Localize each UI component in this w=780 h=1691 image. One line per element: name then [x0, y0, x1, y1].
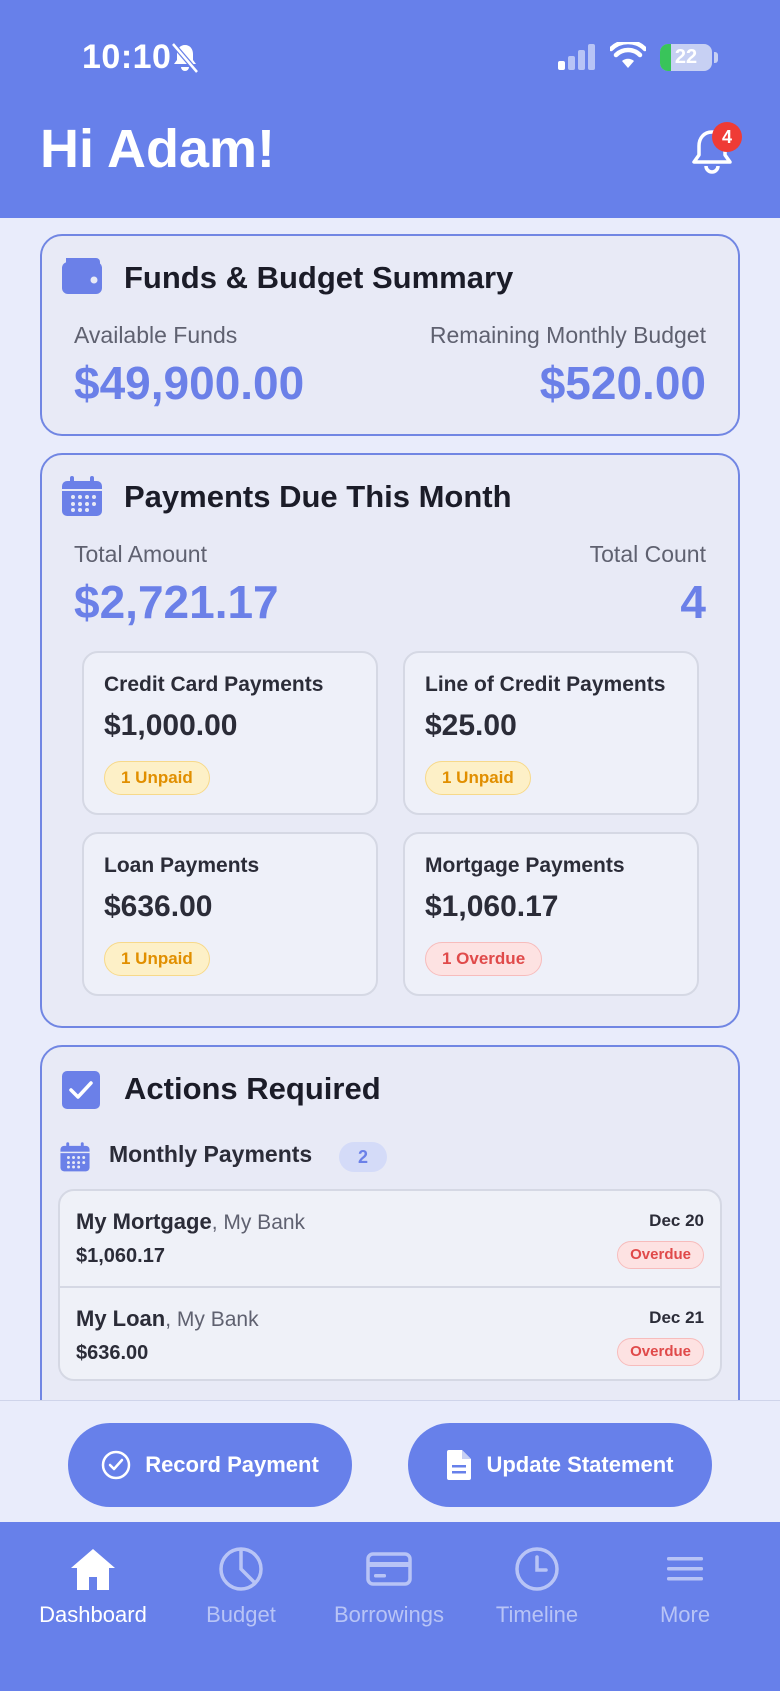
total-amount-label: Total Amount [74, 541, 207, 567]
category-amount: $1,000.00 [104, 709, 238, 742]
payments-due-title: Payments Due This Month [124, 479, 512, 514]
wifi-icon [610, 42, 646, 68]
status-badge: 1 Unpaid [104, 942, 210, 976]
tab-label: Timeline [495, 1602, 579, 1627]
total-amount-value: $2,721.17 [74, 576, 279, 628]
home-icon [71, 1549, 115, 1590]
summary-title: Funds & Budget Summary [124, 260, 514, 295]
remaining-budget-value: $520.00 [539, 357, 706, 409]
payment-row-loan[interactable]: My Loan, My Bank $636.00 Dec 21 Overdue [60, 1286, 720, 1379]
greeting-title: Hi Adam! [40, 119, 276, 179]
document-icon [447, 1450, 472, 1480]
tab-label: Budget [206, 1602, 276, 1627]
tab-label: More [659, 1602, 711, 1627]
monthly-payments-count: 2 [339, 1142, 387, 1172]
remaining-budget-label: Remaining Monthly Budget [429, 322, 706, 348]
action-bar: Record Payment Update Statement [0, 1400, 780, 1524]
record-payment-label: Record Payment [145, 1452, 319, 1477]
monthly-payments-label: Monthly Payments [109, 1141, 313, 1167]
record-payment-button[interactable]: Record Payment [68, 1423, 352, 1507]
bottom-tab-bar: Dashboard Budget Borrowings Timeline Mor… [0, 1522, 780, 1691]
pie-chart-icon [219, 1547, 263, 1591]
category-amount: $25.00 [425, 709, 517, 742]
notification-badge: 4 [712, 122, 742, 152]
status-badge: 1 Unpaid [104, 761, 210, 795]
cellular-signal-icon [558, 44, 595, 70]
payment-date: Dec 21 [649, 1308, 704, 1327]
payments-due-card: Payments Due This Month Total Amount Tot… [40, 453, 740, 1028]
tab-more[interactable]: More [611, 1546, 759, 1628]
payment-amount: $636.00 [76, 1342, 149, 1364]
category-amount: $1,060.17 [425, 890, 559, 923]
calendar-icon [62, 476, 102, 516]
payment-name: My Loan, My Bank [76, 1306, 259, 1331]
checkbox-checked-icon [62, 1071, 100, 1109]
update-statement-button[interactable]: Update Statement [408, 1423, 712, 1507]
tab-timeline[interactable]: Timeline [463, 1546, 611, 1628]
battery-indicator: 22 [660, 44, 712, 71]
menu-icon [667, 1557, 703, 1581]
available-funds-label: Available Funds [74, 322, 238, 348]
monthly-payments-list: My Mortgage, My Bank $1,060.17 Dec 20 Ov… [58, 1189, 722, 1381]
update-statement-label: Update Statement [486, 1452, 674, 1477]
payment-date: Dec 20 [649, 1211, 704, 1230]
payment-name: My Mortgage, My Bank [76, 1209, 306, 1234]
category-amount: $636.00 [104, 890, 213, 923]
category-label: Mortgage Payments [425, 854, 625, 877]
wallet-icon [62, 258, 102, 294]
clock-icon [515, 1547, 559, 1591]
category-card-loan[interactable]: Loan Payments $636.00 1 Unpaid [82, 832, 378, 996]
payment-amount: $1,060.17 [76, 1245, 165, 1267]
battery-nub [714, 52, 718, 63]
tab-dashboard[interactable]: Dashboard [19, 1546, 167, 1628]
payment-row-mortgage[interactable]: My Mortgage, My Bank $1,060.17 Dec 20 Ov… [60, 1191, 720, 1286]
available-funds-value: $49,900.00 [74, 357, 305, 409]
status-badge: 1 Unpaid [425, 761, 531, 795]
category-label: Credit Card Payments [104, 673, 324, 696]
category-card-credit-card[interactable]: Credit Card Payments $1,000.00 1 Unpaid [82, 651, 378, 815]
category-card-mortgage[interactable]: Mortgage Payments $1,060.17 1 Overdue [403, 832, 699, 996]
category-label: Loan Payments [104, 854, 260, 877]
tab-label: Borrowings [333, 1602, 445, 1627]
tab-label: Dashboard [39, 1602, 147, 1627]
category-label: Line of Credit Payments [425, 673, 666, 696]
app-header: 10:10 22 Hi Adam! 4 [0, 0, 780, 218]
status-badge: 1 Overdue [425, 942, 543, 976]
total-count-label: Total Count [589, 541, 706, 567]
status-badge: Overdue [617, 1338, 704, 1366]
category-card-line-of-credit[interactable]: Line of Credit Payments $25.00 1 Unpaid [403, 651, 699, 815]
status-badge: Overdue [617, 1241, 704, 1269]
total-count-value: 4 [680, 576, 706, 628]
tab-borrowings[interactable]: Borrowings [315, 1546, 463, 1628]
actions-required-title: Actions Required [124, 1071, 381, 1106]
status-time: 10:10 [82, 38, 172, 76]
funds-summary-card: Funds & Budget Summary Available Funds R… [40, 234, 740, 436]
credit-card-icon [366, 1552, 412, 1586]
check-circle-icon [101, 1450, 131, 1480]
calendar-small-icon [60, 1142, 90, 1172]
bell-muted-icon [171, 42, 199, 74]
tab-budget[interactable]: Budget [167, 1546, 315, 1628]
